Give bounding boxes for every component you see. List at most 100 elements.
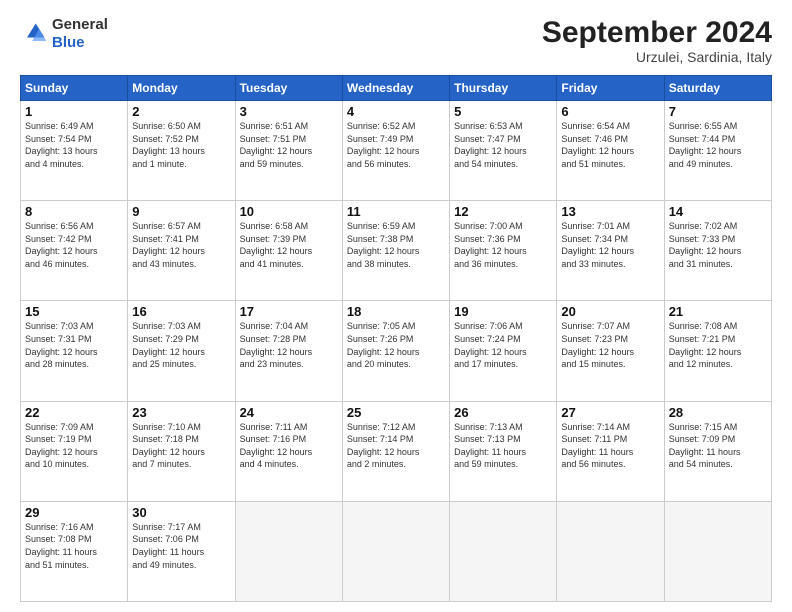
day-number: 1 xyxy=(25,104,123,119)
calendar-day: 19Sunrise: 7:06 AMSunset: 7:24 PMDayligh… xyxy=(450,301,557,401)
calendar-day: 9Sunrise: 6:57 AMSunset: 7:41 PMDaylight… xyxy=(128,201,235,301)
day-info: Sunrise: 7:03 AMSunset: 7:29 PMDaylight:… xyxy=(132,320,230,370)
calendar-day: 15Sunrise: 7:03 AMSunset: 7:31 PMDayligh… xyxy=(21,301,128,401)
day-info: Sunrise: 7:13 AMSunset: 7:13 PMDaylight:… xyxy=(454,421,552,471)
calendar-day: 25Sunrise: 7:12 AMSunset: 7:14 PMDayligh… xyxy=(342,401,449,501)
calendar-day xyxy=(235,501,342,601)
day-number: 5 xyxy=(454,104,552,119)
day-number: 7 xyxy=(669,104,767,119)
day-info: Sunrise: 7:04 AMSunset: 7:28 PMDaylight:… xyxy=(240,320,338,370)
calendar-day: 12Sunrise: 7:00 AMSunset: 7:36 PMDayligh… xyxy=(450,201,557,301)
day-number: 8 xyxy=(25,204,123,219)
day-info: Sunrise: 7:10 AMSunset: 7:18 PMDaylight:… xyxy=(132,421,230,471)
calendar-day: 23Sunrise: 7:10 AMSunset: 7:18 PMDayligh… xyxy=(128,401,235,501)
day-info: Sunrise: 6:51 AMSunset: 7:51 PMDaylight:… xyxy=(240,120,338,170)
day-number: 29 xyxy=(25,505,123,520)
calendar-day: 1Sunrise: 6:49 AMSunset: 7:54 PMDaylight… xyxy=(21,101,128,201)
day-info: Sunrise: 7:11 AMSunset: 7:16 PMDaylight:… xyxy=(240,421,338,471)
calendar-day: 3Sunrise: 6:51 AMSunset: 7:51 PMDaylight… xyxy=(235,101,342,201)
day-info: Sunrise: 6:53 AMSunset: 7:47 PMDaylight:… xyxy=(454,120,552,170)
day-info: Sunrise: 6:50 AMSunset: 7:52 PMDaylight:… xyxy=(132,120,230,170)
day-number: 26 xyxy=(454,405,552,420)
day-info: Sunrise: 7:01 AMSunset: 7:34 PMDaylight:… xyxy=(561,220,659,270)
calendar-day xyxy=(557,501,664,601)
day-number: 9 xyxy=(132,204,230,219)
day-info: Sunrise: 7:16 AMSunset: 7:08 PMDaylight:… xyxy=(25,521,123,571)
calendar-day: 8Sunrise: 6:56 AMSunset: 7:42 PMDaylight… xyxy=(21,201,128,301)
calendar-day: 22Sunrise: 7:09 AMSunset: 7:19 PMDayligh… xyxy=(21,401,128,501)
calendar-day: 2Sunrise: 6:50 AMSunset: 7:52 PMDaylight… xyxy=(128,101,235,201)
day-info: Sunrise: 7:14 AMSunset: 7:11 PMDaylight:… xyxy=(561,421,659,471)
calendar-day xyxy=(342,501,449,601)
calendar-day: 28Sunrise: 7:15 AMSunset: 7:09 PMDayligh… xyxy=(664,401,771,501)
day-number: 14 xyxy=(669,204,767,219)
month-title: September 2024 xyxy=(542,16,772,49)
day-number: 6 xyxy=(561,104,659,119)
logo-text: General Blue xyxy=(52,16,108,52)
day-number: 27 xyxy=(561,405,659,420)
day-info: Sunrise: 7:07 AMSunset: 7:23 PMDaylight:… xyxy=(561,320,659,370)
day-info: Sunrise: 6:57 AMSunset: 7:41 PMDaylight:… xyxy=(132,220,230,270)
weekday-header: Saturday xyxy=(664,76,771,101)
day-info: Sunrise: 7:12 AMSunset: 7:14 PMDaylight:… xyxy=(347,421,445,471)
weekday-header: Friday xyxy=(557,76,664,101)
day-info: Sunrise: 7:02 AMSunset: 7:33 PMDaylight:… xyxy=(669,220,767,270)
logo: General Blue xyxy=(20,16,108,52)
calendar-day: 24Sunrise: 7:11 AMSunset: 7:16 PMDayligh… xyxy=(235,401,342,501)
page: General Blue September 2024 Urzulei, Sar… xyxy=(0,0,792,612)
day-info: Sunrise: 7:06 AMSunset: 7:24 PMDaylight:… xyxy=(454,320,552,370)
day-info: Sunrise: 7:03 AMSunset: 7:31 PMDaylight:… xyxy=(25,320,123,370)
day-info: Sunrise: 7:09 AMSunset: 7:19 PMDaylight:… xyxy=(25,421,123,471)
logo-icon xyxy=(20,20,48,48)
calendar-day: 29Sunrise: 7:16 AMSunset: 7:08 PMDayligh… xyxy=(21,501,128,601)
calendar-day: 14Sunrise: 7:02 AMSunset: 7:33 PMDayligh… xyxy=(664,201,771,301)
day-number: 22 xyxy=(25,405,123,420)
calendar-day: 26Sunrise: 7:13 AMSunset: 7:13 PMDayligh… xyxy=(450,401,557,501)
day-number: 15 xyxy=(25,304,123,319)
calendar-day: 10Sunrise: 6:58 AMSunset: 7:39 PMDayligh… xyxy=(235,201,342,301)
day-info: Sunrise: 6:58 AMSunset: 7:39 PMDaylight:… xyxy=(240,220,338,270)
day-info: Sunrise: 6:49 AMSunset: 7:54 PMDaylight:… xyxy=(25,120,123,170)
day-info: Sunrise: 7:15 AMSunset: 7:09 PMDaylight:… xyxy=(669,421,767,471)
weekday-header: Tuesday xyxy=(235,76,342,101)
day-number: 30 xyxy=(132,505,230,520)
day-info: Sunrise: 6:52 AMSunset: 7:49 PMDaylight:… xyxy=(347,120,445,170)
calendar-day: 30Sunrise: 7:17 AMSunset: 7:06 PMDayligh… xyxy=(128,501,235,601)
calendar-day: 13Sunrise: 7:01 AMSunset: 7:34 PMDayligh… xyxy=(557,201,664,301)
calendar-day: 7Sunrise: 6:55 AMSunset: 7:44 PMDaylight… xyxy=(664,101,771,201)
day-number: 4 xyxy=(347,104,445,119)
header: General Blue September 2024 Urzulei, Sar… xyxy=(20,16,772,65)
title-block: September 2024 Urzulei, Sardinia, Italy xyxy=(542,16,772,65)
calendar-day: 4Sunrise: 6:52 AMSunset: 7:49 PMDaylight… xyxy=(342,101,449,201)
calendar-day: 5Sunrise: 6:53 AMSunset: 7:47 PMDaylight… xyxy=(450,101,557,201)
calendar-day: 27Sunrise: 7:14 AMSunset: 7:11 PMDayligh… xyxy=(557,401,664,501)
calendar-day: 16Sunrise: 7:03 AMSunset: 7:29 PMDayligh… xyxy=(128,301,235,401)
day-number: 24 xyxy=(240,405,338,420)
day-info: Sunrise: 7:08 AMSunset: 7:21 PMDaylight:… xyxy=(669,320,767,370)
calendar-day xyxy=(664,501,771,601)
weekday-header: Sunday xyxy=(21,76,128,101)
day-info: Sunrise: 7:05 AMSunset: 7:26 PMDaylight:… xyxy=(347,320,445,370)
day-info: Sunrise: 6:56 AMSunset: 7:42 PMDaylight:… xyxy=(25,220,123,270)
day-number: 16 xyxy=(132,304,230,319)
day-number: 21 xyxy=(669,304,767,319)
calendar-day: 18Sunrise: 7:05 AMSunset: 7:26 PMDayligh… xyxy=(342,301,449,401)
day-number: 10 xyxy=(240,204,338,219)
weekday-header: Wednesday xyxy=(342,76,449,101)
day-info: Sunrise: 6:54 AMSunset: 7:46 PMDaylight:… xyxy=(561,120,659,170)
calendar-day: 20Sunrise: 7:07 AMSunset: 7:23 PMDayligh… xyxy=(557,301,664,401)
calendar: SundayMondayTuesdayWednesdayThursdayFrid… xyxy=(20,75,772,602)
day-info: Sunrise: 7:00 AMSunset: 7:36 PMDaylight:… xyxy=(454,220,552,270)
calendar-day: 6Sunrise: 6:54 AMSunset: 7:46 PMDaylight… xyxy=(557,101,664,201)
day-info: Sunrise: 6:55 AMSunset: 7:44 PMDaylight:… xyxy=(669,120,767,170)
day-number: 20 xyxy=(561,304,659,319)
day-number: 19 xyxy=(454,304,552,319)
day-number: 3 xyxy=(240,104,338,119)
day-number: 13 xyxy=(561,204,659,219)
calendar-day: 11Sunrise: 6:59 AMSunset: 7:38 PMDayligh… xyxy=(342,201,449,301)
day-number: 17 xyxy=(240,304,338,319)
day-number: 28 xyxy=(669,405,767,420)
calendar-day xyxy=(450,501,557,601)
calendar-day: 21Sunrise: 7:08 AMSunset: 7:21 PMDayligh… xyxy=(664,301,771,401)
day-number: 12 xyxy=(454,204,552,219)
